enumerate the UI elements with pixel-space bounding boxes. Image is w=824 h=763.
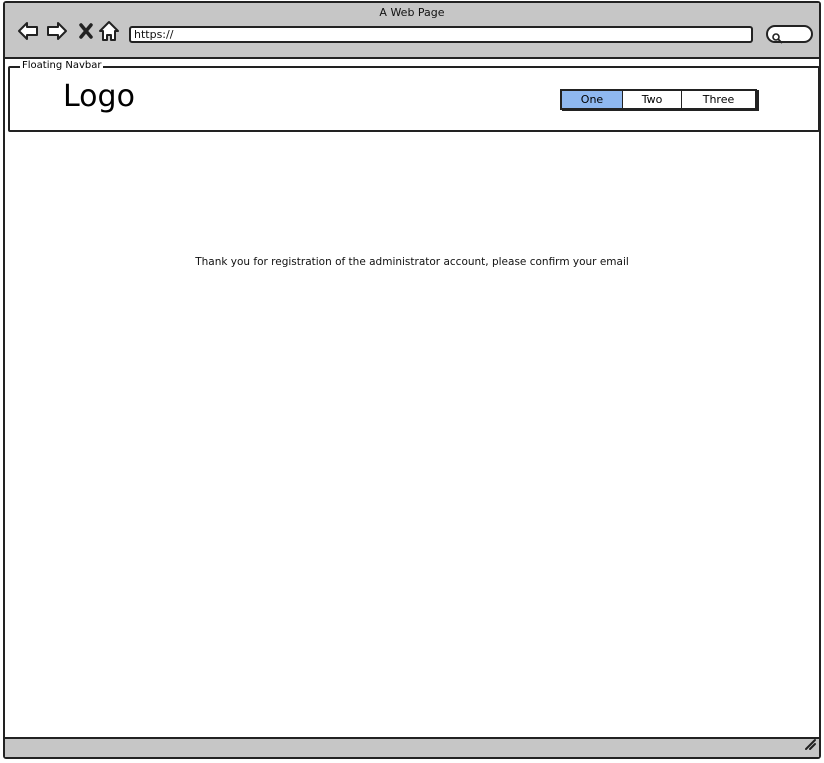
home-button[interactable] (98, 20, 120, 42)
group-label: Floating Navbar (20, 60, 104, 72)
close-icon (79, 23, 93, 39)
back-button[interactable] (17, 20, 39, 42)
browser-window: A Web Page https:// Floating Navbar Logo… (3, 1, 821, 759)
search-icon (771, 29, 783, 48)
tab-two[interactable]: Two (623, 91, 682, 108)
home-icon (99, 21, 119, 41)
tab-one[interactable]: One (562, 91, 623, 108)
floating-navbar: Floating Navbar Logo One Two Three (8, 60, 820, 132)
logo[interactable]: Logo (63, 78, 135, 116)
search-button[interactable] (766, 25, 813, 44)
forward-button[interactable] (46, 20, 68, 42)
tab-three[interactable]: Three (682, 91, 755, 108)
resize-grip-icon[interactable] (803, 736, 817, 755)
url-input[interactable]: https:// (129, 26, 753, 43)
window-title: A Web Page (379, 6, 445, 19)
back-arrow-icon (18, 22, 38, 40)
status-bar (5, 737, 819, 757)
stop-button[interactable] (75, 20, 97, 42)
browser-chrome: A Web Page https:// (5, 3, 819, 59)
nav-tabs: One Two Three (560, 89, 757, 110)
confirmation-message: Thank you for registration of the admini… (195, 256, 629, 268)
forward-arrow-icon (47, 22, 67, 40)
